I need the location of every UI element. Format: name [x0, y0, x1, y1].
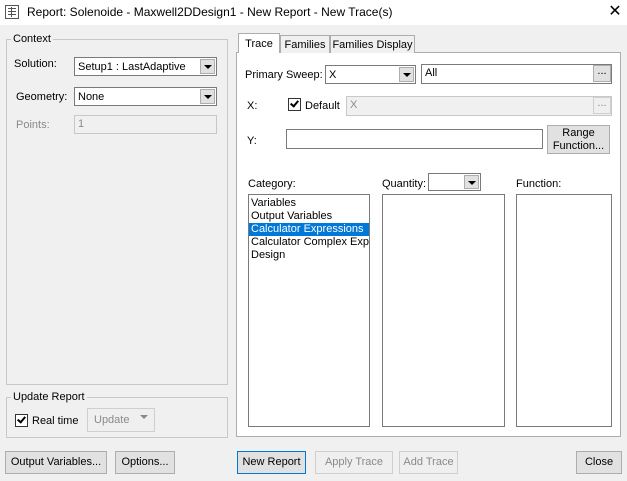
- default-checkbox[interactable]: [288, 98, 301, 111]
- quantity-list[interactable]: [382, 194, 505, 427]
- update-button: Update: [87, 408, 155, 432]
- sweep-range-ellipsis-button[interactable]: ...: [593, 65, 611, 82]
- category-list-item[interactable]: Calculator Complex Expre: [249, 236, 369, 249]
- solution-dropdown[interactable]: Setup1 : LastAdaptive: [74, 57, 217, 76]
- y-label: Y:: [247, 135, 257, 147]
- close-icon[interactable]: ✕: [605, 2, 625, 22]
- tab-families-display[interactable]: Families Display: [330, 35, 415, 53]
- points-label: Points:: [16, 119, 50, 131]
- default-label: Default: [305, 100, 340, 112]
- category-label: Category:: [248, 178, 296, 190]
- geometry-value: None: [78, 91, 105, 103]
- range-function-label-line2: Function...: [552, 140, 605, 152]
- primary-sweep-dropdown[interactable]: X: [325, 65, 416, 84]
- primary-sweep-label: Primary Sweep:: [245, 69, 323, 81]
- category-list-item[interactable]: Calculator Expressions: [249, 223, 369, 236]
- x-value: X: [350, 99, 358, 111]
- tab-trace[interactable]: Trace: [238, 33, 280, 53]
- category-list-item[interactable]: Design: [249, 249, 369, 262]
- points-field: 1: [74, 115, 217, 134]
- context-group-label: Context: [11, 33, 53, 45]
- new-report-button[interactable]: New Report: [237, 451, 306, 474]
- x-ellipsis-button: ...: [593, 97, 611, 114]
- primary-sweep-value: X: [329, 69, 337, 81]
- checkmark-icon: [290, 98, 299, 108]
- range-function-label-line1: Range: [562, 127, 595, 139]
- report-window-icon: [5, 5, 19, 19]
- geometry-dropdown[interactable]: None: [74, 87, 217, 106]
- chevron-down-icon[interactable]: [200, 59, 215, 74]
- chevron-down-icon[interactable]: [399, 67, 414, 82]
- function-list[interactable]: [516, 194, 612, 427]
- tab-families[interactable]: Families: [280, 35, 330, 53]
- category-list-item[interactable]: Output Variables: [249, 210, 369, 223]
- geometry-label: Geometry:: [16, 91, 68, 103]
- checkmark-icon: [17, 414, 26, 424]
- function-label: Function:: [516, 178, 562, 190]
- update-button-label: Update: [94, 414, 130, 426]
- realtime-label: Real time: [32, 415, 79, 427]
- solution-value: Setup1 : LastAdaptive: [78, 61, 186, 73]
- quantity-label: Quantity:: [382, 178, 427, 190]
- chevron-down-icon[interactable]: [200, 89, 215, 104]
- solution-label: Solution:: [14, 58, 57, 70]
- category-list-item[interactable]: Variables: [249, 197, 369, 210]
- window-title: Report: Solenoide - Maxwell2DDesign1 - N…: [27, 5, 393, 19]
- update-report-label: Update Report: [11, 391, 87, 403]
- quantity-filter-dropdown[interactable]: [428, 173, 481, 191]
- sweep-range-field[interactable]: All: [421, 64, 612, 84]
- chevron-down-icon: [139, 412, 149, 422]
- apply-trace-button: Apply Trace: [315, 451, 393, 474]
- title-bar: Report: Solenoide - Maxwell2DDesign1 - N…: [0, 0, 627, 25]
- category-list[interactable]: Variables Output Variables Calculator Expr…: [248, 194, 370, 427]
- chevron-down-icon[interactable]: [464, 175, 479, 189]
- y-expression-field[interactable]: [286, 129, 543, 149]
- x-field: X: [346, 96, 612, 116]
- x-label: X:: [247, 100, 258, 112]
- realtime-checkbox[interactable]: [15, 414, 28, 427]
- close-button[interactable]: Close: [576, 451, 622, 474]
- range-function-button[interactable]: Range Function...: [547, 125, 610, 154]
- output-variables-button[interactable]: Output Variables...: [5, 451, 107, 474]
- options-button[interactable]: Options...: [115, 451, 175, 474]
- sweep-range-value: All: [425, 67, 438, 79]
- add-trace-button: Add Trace: [399, 451, 458, 474]
